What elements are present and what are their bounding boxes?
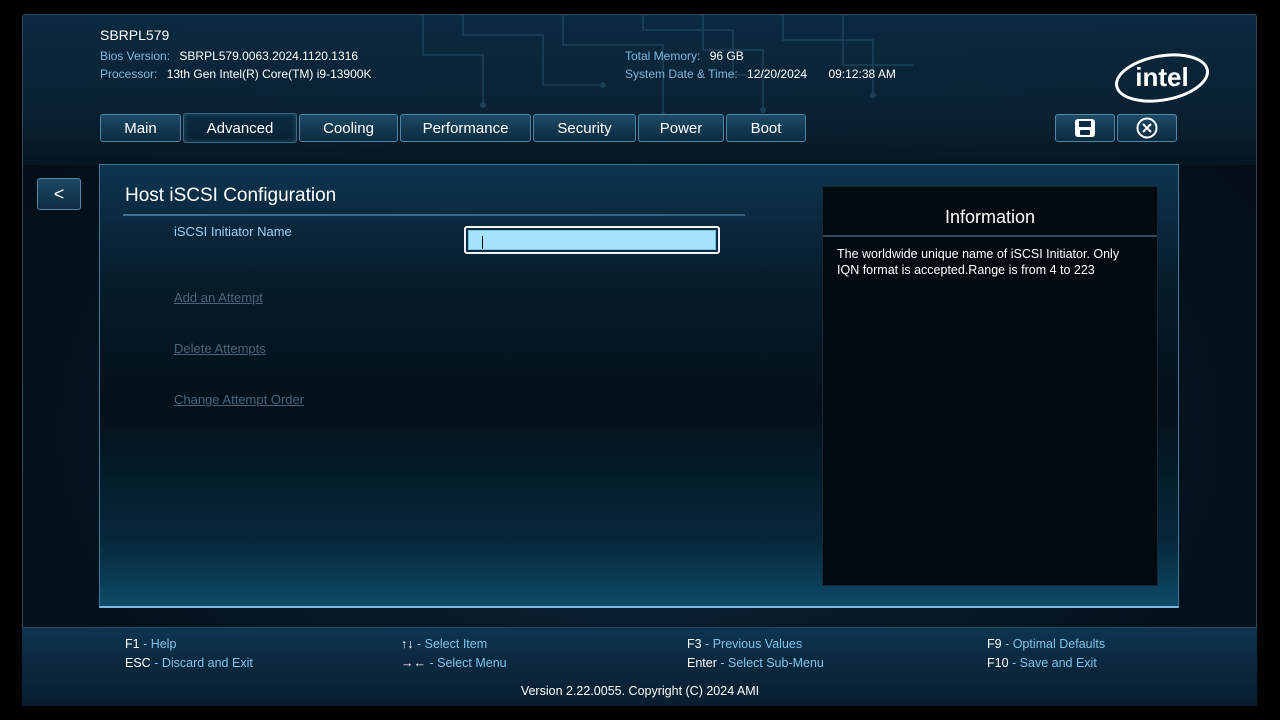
- save-button[interactable]: [1055, 114, 1115, 142]
- save-icon: [1075, 119, 1095, 137]
- initiator-name-input[interactable]: [464, 226, 720, 254]
- back-button[interactable]: <: [37, 178, 81, 210]
- save-exit-hint: F10 - Save and Exit: [987, 656, 1097, 670]
- discard-exit-hint: ESC - Discard and Exit: [125, 656, 253, 670]
- date-value: 12/20/2024: [747, 67, 808, 81]
- processor-label: Processor:: [100, 67, 158, 81]
- tab-security[interactable]: Security: [533, 114, 636, 142]
- tab-power[interactable]: Power: [638, 114, 724, 142]
- datetime-row: System Date & Time: 12/20/2024 09:12:38 …: [625, 65, 896, 83]
- total-memory-value: 96 GB: [709, 49, 744, 63]
- datetime-label: System Date & Time:: [625, 67, 738, 81]
- footer-keys-col3: F3 - Previous Values Enter - Select Sub-…: [687, 635, 824, 673]
- footer-keys-col1: F1 - Help ESC - Discard and Exit: [125, 635, 253, 673]
- version-copyright: Version 2.22.0055. Copyright (C) 2024 AM…: [520, 684, 760, 698]
- initiator-name-field[interactable]: [468, 230, 716, 250]
- tab-performance[interactable]: Performance: [400, 114, 531, 142]
- information-title: Information: [944, 207, 1036, 227]
- tab-boot[interactable]: Boot: [726, 114, 806, 142]
- total-memory-row: Total Memory: 96 GB: [625, 47, 744, 65]
- information-text: The worldwide unique name of iSCSI Initi…: [837, 247, 1120, 277]
- information-panel: Information The worldwide unique name of…: [822, 186, 1158, 586]
- add-attempt-link[interactable]: Add an Attempt: [174, 290, 263, 305]
- help-hint: F1 - Help: [125, 637, 177, 651]
- svg-text:intel: intel: [1135, 62, 1188, 92]
- title-divider: [123, 214, 745, 216]
- delete-attempts-link[interactable]: Delete Attempts: [174, 341, 266, 356]
- footer-keys-col2: ↑↓ - Select Item →← - Select Menu: [401, 635, 507, 673]
- tab-main[interactable]: Main: [100, 114, 181, 142]
- time-value: 09:12:38 AM: [828, 67, 896, 81]
- information-divider: [823, 235, 1157, 237]
- change-attempt-order-link[interactable]: Change Attempt Order: [174, 392, 304, 407]
- exit-button[interactable]: [1117, 114, 1177, 142]
- total-memory-label: Total Memory:: [625, 49, 701, 63]
- initiator-name-label: iSCSI Initiator Name: [174, 224, 292, 239]
- page-title: Host iSCSI Configuration: [125, 185, 337, 206]
- select-menu-hint: →← - Select Menu: [401, 656, 507, 670]
- processor-row: Processor: 13th Gen Intel(R) Core(TM) i9…: [100, 65, 371, 83]
- select-item-hint: ↑↓ - Select Item: [401, 637, 488, 651]
- tab-advanced[interactable]: Advanced: [183, 113, 297, 143]
- processor-value: 13th Gen Intel(R) Core(TM) i9-13900K: [166, 67, 372, 81]
- bios-version-label: Bios Version:: [100, 49, 171, 63]
- bios-version-row: Bios Version: SBRPL579.0063.2024.1120.13…: [100, 47, 358, 65]
- select-submenu-hint: Enter - Select Sub-Menu: [687, 656, 824, 670]
- footer-keys-col4: F9 - Optimal Defaults F10 - Save and Exi…: [987, 635, 1105, 673]
- close-circle-icon: [1136, 117, 1158, 139]
- board-model: SBRPL579: [100, 27, 170, 43]
- main-tabs: Main Advanced Cooling Performance Securi…: [100, 113, 806, 143]
- text-caret: [482, 236, 483, 249]
- tab-cooling[interactable]: Cooling: [299, 114, 398, 142]
- previous-values-hint: F3 - Previous Values: [687, 637, 803, 651]
- optimal-defaults-hint: F9 - Optimal Defaults: [987, 637, 1106, 651]
- intel-logo: intel: [1115, 53, 1209, 103]
- bios-version-value: SBRPL579.0063.2024.1120.1316: [179, 49, 358, 63]
